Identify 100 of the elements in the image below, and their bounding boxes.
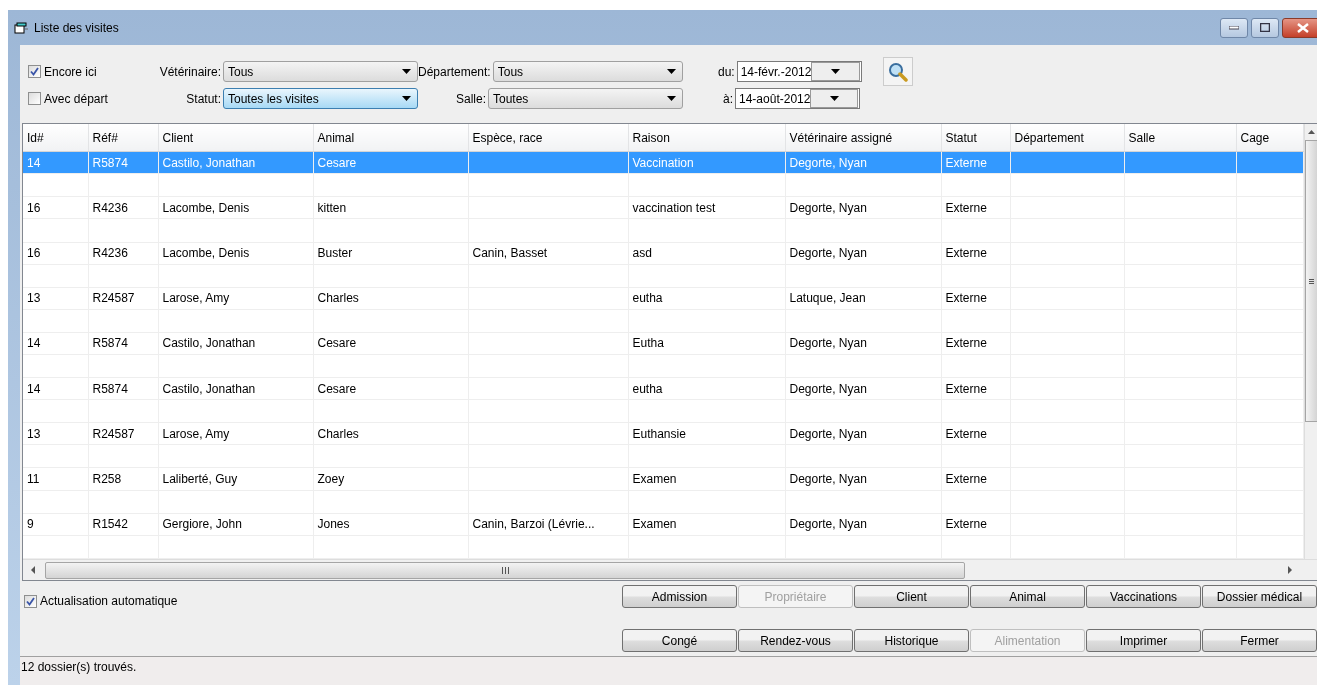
column-header[interactable]: Département	[1010, 124, 1124, 152]
caret-icon	[402, 96, 411, 101]
action-button[interactable]: Vaccinations	[1086, 585, 1201, 608]
table-cell: Buster	[313, 242, 468, 265]
combo-label: Salle:	[455, 91, 486, 106]
column-header[interactable]: Raison	[628, 124, 785, 152]
table-cell: 16	[23, 242, 88, 265]
table-cell: Degorte, Nyan	[785, 513, 941, 536]
window-icon	[14, 21, 28, 34]
table-cell: 9	[23, 513, 88, 536]
status-text: 12 dossier(s) trouvés.	[21, 660, 137, 674]
table-cell: Zoey	[313, 467, 468, 491]
table-cell: Externe	[941, 422, 1010, 445]
table-cell: 14	[23, 332, 88, 355]
table-cell: Latuque, Jean	[785, 287, 941, 310]
table-cell: asd	[628, 242, 785, 265]
table-cell: Cesare	[313, 377, 468, 400]
table-cell: Cesare	[313, 332, 468, 355]
column-header[interactable]: Client	[158, 124, 313, 152]
column-header[interactable]: Animal	[313, 124, 468, 152]
table-cell: R24587	[88, 422, 158, 445]
table-cell: R1542	[88, 513, 158, 536]
dropdown[interactable]: Tous	[492, 61, 683, 82]
table-cell: Degorte, Nyan	[785, 422, 941, 445]
table-cell: 16	[23, 196, 88, 219]
action-button[interactable]: Dossier médical	[1202, 585, 1317, 608]
table-cell: Euthansie	[628, 422, 785, 445]
table-cell: Externe	[941, 377, 1010, 400]
scroll-right-icon	[1288, 566, 1292, 574]
dropdown[interactable]: Toutes les visites	[223, 88, 418, 109]
caret-icon	[667, 69, 676, 74]
column-header[interactable]: Id#	[23, 124, 88, 152]
table-cell: Larose, Amy	[158, 422, 313, 445]
table-cell: Charles	[313, 422, 468, 445]
caret-icon	[829, 96, 839, 101]
checkbox[interactable]	[28, 65, 41, 78]
table-cell: 14	[23, 377, 88, 400]
date-label: à:	[723, 91, 733, 106]
combo-label: Département:	[418, 64, 491, 79]
table-cell: 14	[23, 151, 88, 174]
checkbox-label: Avec départ	[44, 91, 108, 106]
table-cell: Degorte, Nyan	[785, 467, 941, 491]
checkbox[interactable]	[24, 594, 37, 608]
scroll-up-icon	[1307, 130, 1315, 134]
action-button[interactable]: Rendez-vous	[738, 629, 853, 652]
close-button[interactable]	[1282, 17, 1317, 38]
column-header[interactable]: Espèce, race	[468, 124, 628, 152]
table-cell: kitten	[313, 196, 468, 219]
caret-icon	[667, 96, 676, 101]
caret-icon	[831, 69, 841, 74]
checkbox-label: Actualisation automatique	[40, 594, 178, 608]
table-cell: Degorte, Nyan	[785, 242, 941, 265]
column-header[interactable]: Statut	[941, 124, 1010, 152]
table-cell: Externe	[941, 242, 1010, 265]
column-header[interactable]: Salle	[1124, 124, 1236, 152]
horizontal-scrollbar[interactable]	[23, 559, 1317, 580]
action-button[interactable]: Imprimer	[1086, 629, 1201, 652]
table-cell: Externe	[941, 332, 1010, 355]
combo-label: Vétérinaire:	[159, 64, 221, 79]
action-button[interactable]: Animal	[970, 585, 1085, 608]
dropdown[interactable]: Toutes	[488, 88, 683, 109]
table-cell: Larose, Amy	[158, 287, 313, 310]
table-cell: Degorte, Nyan	[785, 332, 941, 355]
action-button[interactable]: Client	[854, 585, 969, 608]
action-button[interactable]: Congé	[622, 629, 737, 652]
table-cell: Vaccination	[628, 151, 785, 174]
checkbox[interactable]	[28, 92, 41, 105]
table-cell: 13	[23, 287, 88, 310]
column-header[interactable]: Réf#	[88, 124, 158, 152]
table-cell: Castilo, Jonathan	[158, 377, 313, 400]
column-header[interactable]: Vétérinaire assigné	[785, 124, 941, 152]
maximize-button[interactable]	[1251, 17, 1279, 38]
table-cell: R4236	[88, 196, 158, 219]
action-button[interactable]: Fermer	[1202, 629, 1317, 652]
table-cell: Canin, Barzoi (Lévrie...	[468, 513, 628, 536]
close-icon	[1297, 22, 1309, 33]
table-cell: 13	[23, 422, 88, 445]
dropdown[interactable]: Tous	[223, 61, 418, 82]
grip-icon	[1308, 278, 1314, 284]
table-cell: 11	[23, 467, 88, 491]
table-cell: Externe	[941, 196, 1010, 219]
table-cell: Examen	[628, 513, 785, 536]
action-button[interactable]: Admission	[622, 585, 737, 608]
table-cell: Castilo, Jonathan	[158, 332, 313, 355]
table-cell: Degorte, Nyan	[785, 196, 941, 219]
table-cell: Externe	[941, 467, 1010, 491]
date-picker[interactable]: 14-févr.-2012	[736, 61, 862, 82]
table-cell: Jones	[313, 513, 468, 536]
checkbox-label: Encore ici	[44, 64, 97, 79]
column-header[interactable]: Cage	[1236, 124, 1303, 152]
grip-icon	[501, 566, 509, 574]
table-cell: R4236	[88, 242, 158, 265]
search-button[interactable]	[883, 57, 913, 86]
table-cell: eutha	[628, 377, 785, 400]
table-cell: Lacombe, Denis	[158, 196, 313, 219]
action-button[interactable]: Historique	[854, 629, 969, 652]
date-label: du:	[718, 64, 735, 79]
table-cell: R258	[88, 467, 158, 491]
table-cell: vaccination test	[628, 196, 785, 219]
date-picker[interactable]: 14-août-2012	[735, 88, 860, 109]
